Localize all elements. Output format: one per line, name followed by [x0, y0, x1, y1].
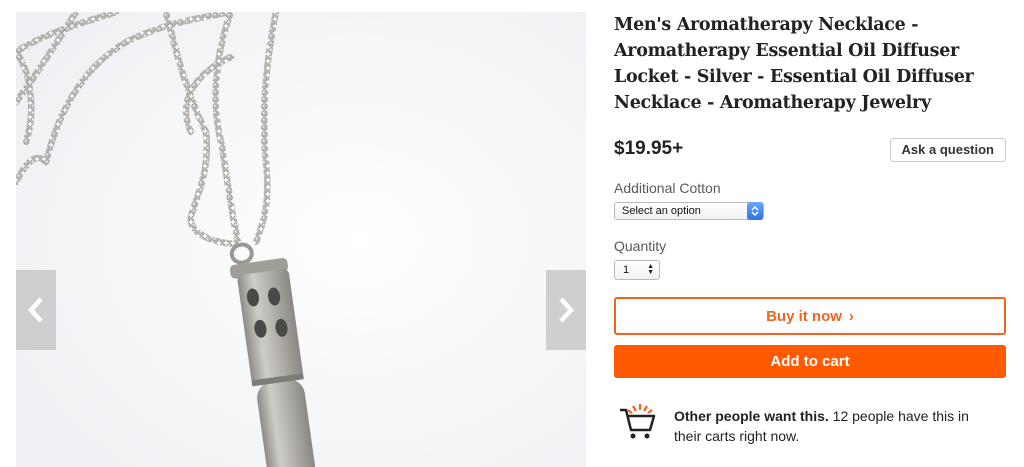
- variation-select-value: Select an option: [622, 205, 701, 217]
- variation-label: Additional Cotton: [614, 180, 721, 196]
- buy-it-now-label: Buy it now: [766, 307, 842, 325]
- product-photo: [16, 12, 586, 467]
- cart-icon: [620, 404, 656, 439]
- cart-demand-notice: Other people want this. 12 people have t…: [614, 402, 1006, 446]
- quantity-value: 1: [623, 264, 630, 276]
- product-price: $19.95+: [614, 138, 684, 159]
- price-row: $19.95+ Ask a question: [614, 136, 1006, 162]
- select-updown-icon: [747, 202, 763, 220]
- demand-message: Other people want this. 12 people have t…: [674, 406, 994, 446]
- product-image-gallery: [16, 12, 586, 467]
- next-image-button[interactable]: [546, 270, 586, 350]
- buy-it-now-button[interactable]: Buy it now ›: [614, 297, 1006, 335]
- chevron-right-icon: ›: [848, 307, 854, 325]
- chevron-right-icon: [559, 297, 575, 323]
- updown-arrows-icon: ▲ ▼: [647, 263, 654, 276]
- chevron-left-icon: [27, 297, 43, 323]
- demand-bold-text: Other people want this.: [674, 408, 829, 424]
- previous-image-button[interactable]: [16, 270, 56, 350]
- product-info-panel: Men's Aromatherapy Necklace - Aromathera…: [614, 12, 1006, 446]
- variation-select[interactable]: Select an option: [614, 202, 764, 220]
- add-to-cart-button[interactable]: Add to cart: [614, 345, 1006, 378]
- product-title: Men's Aromatherapy Necklace - Aromathera…: [614, 15, 974, 113]
- ask-question-button[interactable]: Ask a question: [889, 138, 1006, 162]
- quantity-label: Quantity: [614, 238, 667, 254]
- quantity-stepper[interactable]: 1 ▲ ▼: [614, 260, 660, 280]
